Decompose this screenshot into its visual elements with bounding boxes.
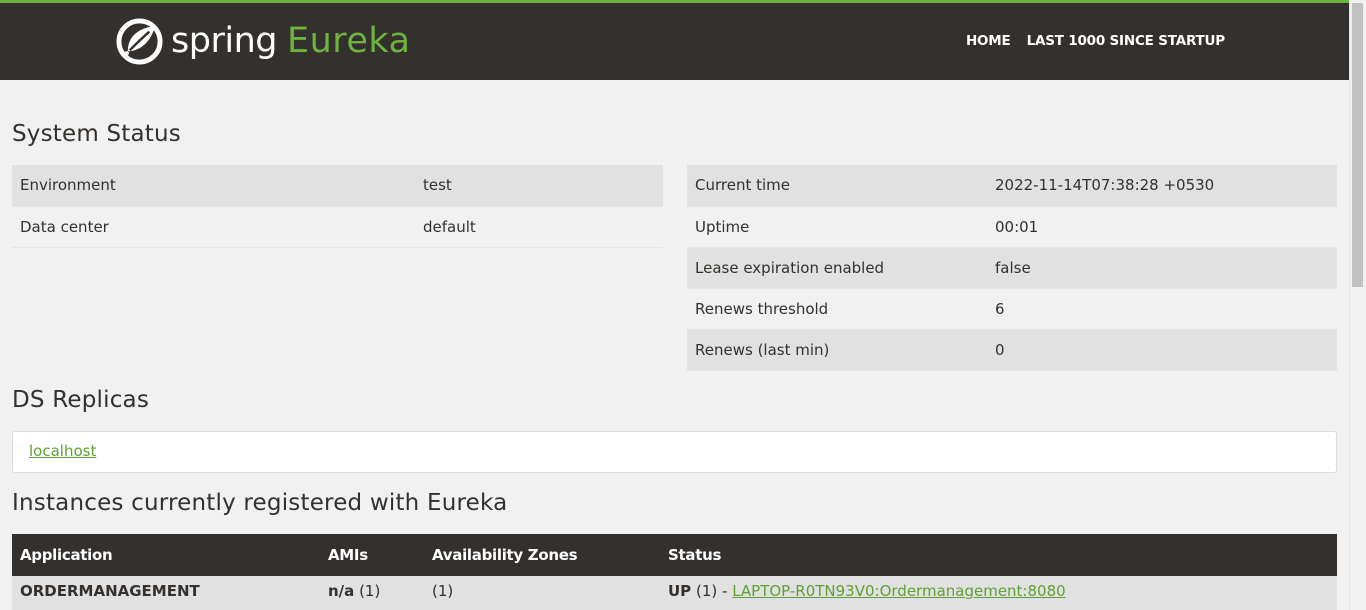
instances-title: Instances currently registered with Eure… [12, 490, 508, 516]
renews-last-min-label: Renews (last min) [687, 329, 987, 371]
uptime-value: 00:01 [987, 206, 1337, 248]
datacenter-value: default [415, 206, 663, 248]
current-time-label: Current time [687, 165, 987, 207]
replica-link-localhost[interactable]: localhost [29, 442, 96, 460]
spring-leaf-icon [116, 18, 163, 65]
lease-expiration-label: Lease expiration enabled [687, 247, 987, 289]
brand-spring: spring [171, 21, 277, 61]
env-value: test [415, 165, 663, 207]
scrollbar-thumb[interactable] [1352, 3, 1363, 287]
amis-count: (1) [359, 582, 381, 600]
col-availability-zones: Availability Zones [424, 534, 660, 576]
nav-last-1000-link[interactable]: LAST 1000 SINCE STARTUP [1027, 33, 1226, 49]
uptime-label: Uptime [687, 206, 987, 248]
renews-threshold-value: 6 [987, 288, 1337, 330]
nav-home-link[interactable]: HOME [966, 33, 1011, 49]
cell-status: UP (1) - LAPTOP-R0TN93V0:Ordermanagement… [660, 576, 1337, 610]
col-amis: AMIs [320, 534, 424, 576]
spring-eureka-logo[interactable]: spring Eureka [116, 18, 411, 65]
status-value: UP [668, 582, 692, 600]
status-count: (1) - [695, 582, 728, 600]
top-nav: HOME LAST 1000 SINCE STARTUP [966, 33, 1225, 49]
table-row: Lease expiration enabled false [687, 247, 1337, 289]
application-name: ORDERMANAGEMENT [20, 582, 200, 600]
ds-replicas-list: localhost [12, 431, 1337, 473]
system-status-title: System Status [12, 121, 181, 147]
renews-last-min-value: 0 [987, 329, 1337, 371]
cell-amis: n/a (1) [320, 576, 424, 610]
system-status-right-table: Current time 2022-11-14T07:38:28 +0530 U… [687, 165, 1337, 371]
amis-value: n/a [328, 582, 355, 600]
table-row: Current time 2022-11-14T07:38:28 +0530 [687, 165, 1337, 207]
table-row: Renews (last min) 0 [687, 329, 1337, 371]
table-row: Environment test [12, 165, 663, 207]
cell-application: ORDERMANAGEMENT [12, 576, 320, 610]
table-row: Uptime 00:01 [687, 206, 1337, 248]
datacenter-label: Data center [12, 206, 415, 248]
table-row: Renews threshold 6 [687, 288, 1337, 330]
env-label: Environment [12, 165, 415, 207]
system-status-left-table: Environment test Data center default [12, 165, 663, 248]
lease-expiration-value: false [987, 247, 1337, 289]
cell-zones: (1) [424, 576, 660, 610]
col-application: Application [12, 534, 320, 576]
instances-header-row: Application AMIs Availability Zones Stat… [12, 534, 1337, 576]
table-row: ORDERMANAGEMENT n/a (1) (1) UP (1) - LAP… [12, 576, 1337, 610]
renews-threshold-label: Renews threshold [687, 288, 987, 330]
instance-link[interactable]: LAPTOP-R0TN93V0:Ordermanagement:8080 [732, 582, 1065, 600]
table-row: Data center default [12, 206, 663, 248]
brand-eureka: Eureka [286, 21, 411, 61]
current-time-value: 2022-11-14T07:38:28 +0530 [987, 165, 1337, 207]
instances-table: Application AMIs Availability Zones Stat… [12, 534, 1337, 610]
header-bar: spring Eureka HOME LAST 1000 SINCE START… [0, 0, 1349, 80]
ds-replicas-title: DS Replicas [12, 387, 150, 413]
col-status: Status [660, 534, 1337, 576]
